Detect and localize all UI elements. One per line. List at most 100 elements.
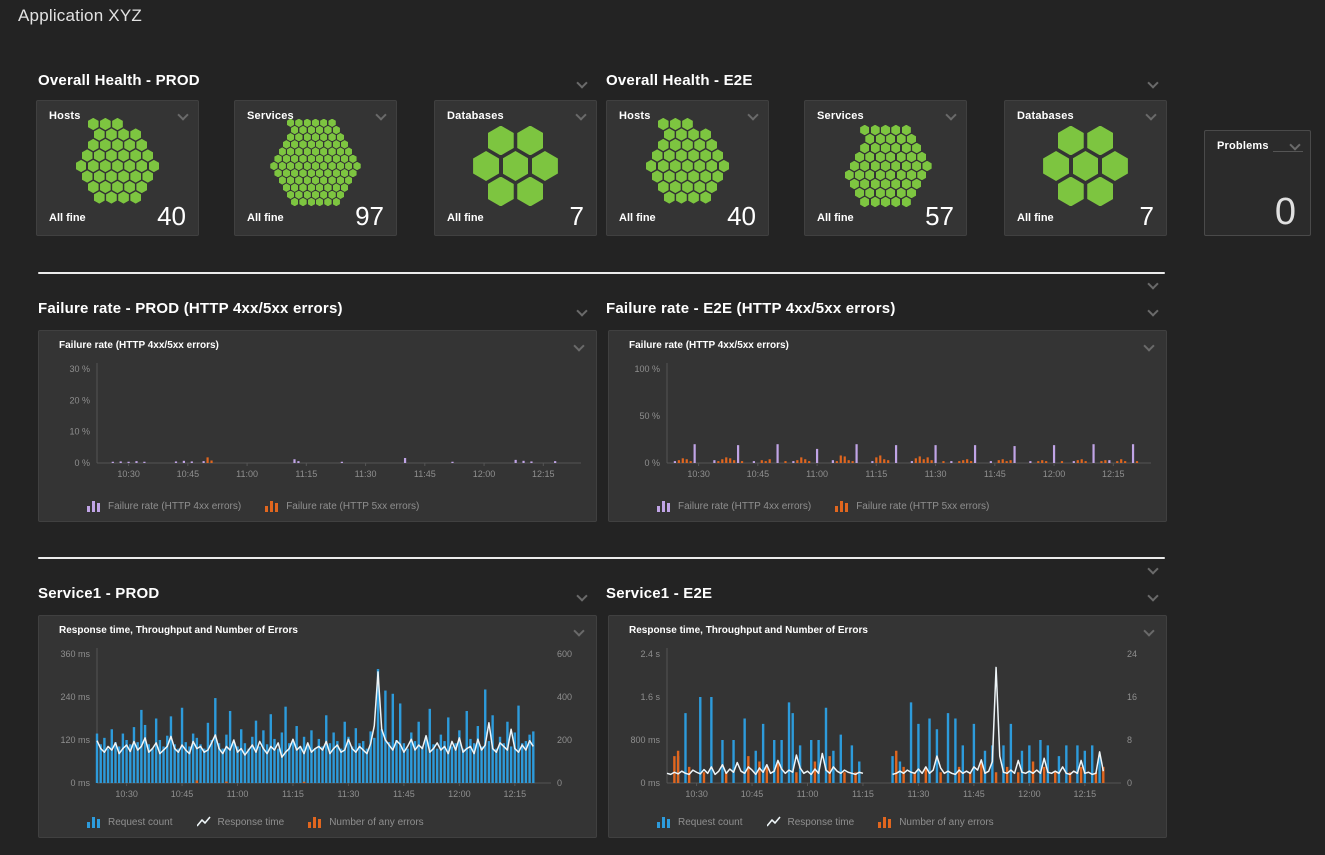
section-divider — [38, 272, 1165, 274]
hexagon-healthy — [304, 191, 311, 199]
chevron-down-icon[interactable] — [176, 108, 190, 122]
chevron-down-icon[interactable] — [1146, 304, 1160, 318]
chevron-down-icon[interactable] — [1146, 76, 1160, 90]
legend-item[interactable]: Request count — [87, 816, 173, 828]
svg-text:24: 24 — [1127, 649, 1137, 659]
hexagon-healthy — [316, 140, 323, 148]
hexagon-healthy — [646, 160, 657, 172]
hexagon-healthy — [865, 152, 874, 163]
legend-item[interactable]: Number of any errors — [308, 816, 423, 828]
chevron-down-icon[interactable] — [1142, 339, 1156, 353]
chevron-down-icon[interactable] — [1144, 108, 1158, 122]
legend-item[interactable]: Request count — [657, 816, 743, 828]
hexagon-healthy — [652, 149, 663, 161]
chevron-down-icon[interactable] — [575, 589, 589, 603]
honeycomb[interactable] — [813, 125, 958, 207]
hexagon-healthy — [308, 183, 315, 191]
legend-item[interactable]: Response time — [197, 816, 285, 828]
legend-item[interactable]: Failure rate (HTTP 5xx errors) — [835, 500, 989, 512]
honeycomb[interactable] — [443, 125, 588, 207]
hexagon-healthy — [902, 125, 911, 136]
hexagon-healthy — [136, 181, 147, 193]
health-tile-hosts-prod[interactable]: Hosts All fine 40 — [36, 100, 199, 236]
hexagon-healthy — [136, 139, 147, 151]
hexagon-healthy — [907, 188, 916, 199]
legend-item[interactable]: Failure rate (HTTP 4xx errors) — [87, 500, 241, 512]
failure-rate-prod-tile[interactable]: Failure rate (HTTP 4xx/5xx errors) 0 %10… — [38, 330, 597, 522]
chevron-down-icon[interactable] — [574, 108, 588, 122]
health-tile-databases-prod[interactable]: Databases All fine 7 — [434, 100, 597, 236]
chevron-down-icon[interactable] — [575, 304, 589, 318]
hexagon-healthy — [149, 160, 160, 172]
hexagon-healthy — [902, 161, 911, 172]
section-header-health-e2e: Overall Health - E2E — [606, 72, 753, 89]
legend-item[interactable]: Failure rate (HTTP 4xx errors) — [657, 500, 811, 512]
legend-item[interactable]: Number of any errors — [878, 816, 993, 828]
chevron-down-icon[interactable] — [572, 339, 586, 353]
chevron-down-icon[interactable] — [1146, 277, 1160, 291]
chevron-down-icon[interactable] — [1146, 562, 1160, 576]
service-e2e-tile[interactable]: Response time, Throughput and Number of … — [608, 615, 1167, 838]
hexagon-healthy — [1102, 151, 1128, 181]
hexagon-healthy — [871, 161, 880, 172]
health-tile-hosts-e2e[interactable]: Hosts All fine 40 — [606, 100, 769, 236]
hexagon-healthy — [349, 169, 356, 177]
svg-text:10:45: 10:45 — [177, 469, 200, 479]
hexagon-healthy — [876, 188, 885, 199]
hexagon-healthy — [694, 160, 705, 172]
svg-text:11:15: 11:15 — [282, 789, 304, 799]
hexagon-healthy — [886, 134, 895, 145]
hexagon-healthy — [912, 179, 921, 190]
hexagon-healthy — [850, 179, 859, 190]
svg-text:10:30: 10:30 — [687, 469, 710, 479]
svg-text:0 ms: 0 ms — [640, 778, 660, 788]
hexagon-healthy — [652, 170, 663, 182]
hexagon-healthy — [312, 162, 319, 170]
honeycomb[interactable] — [615, 125, 760, 207]
hexagon-healthy — [295, 147, 302, 155]
hexagon-healthy — [308, 140, 315, 148]
legend-item[interactable]: Failure rate (HTTP 5xx errors) — [265, 500, 419, 512]
honeycomb[interactable] — [45, 125, 190, 207]
health-tile-databases-e2e[interactable]: Databases All fine 7 — [1004, 100, 1167, 236]
honeycomb[interactable] — [243, 125, 388, 207]
health-tile-services-prod[interactable]: Services All fine 97 — [234, 100, 397, 236]
legend-label: Number of any errors — [899, 817, 993, 828]
hexagon-healthy — [299, 169, 306, 177]
legend-item[interactable]: Response time — [767, 816, 855, 828]
hexagon-healthy — [337, 162, 344, 170]
hexagon-healthy — [299, 183, 306, 191]
tile-title: Problems — [1217, 140, 1269, 152]
svg-text:0: 0 — [1127, 778, 1132, 788]
chevron-down-icon[interactable] — [374, 108, 388, 122]
legend-label: Failure rate (HTTP 4xx errors) — [678, 501, 811, 512]
section-divider — [38, 557, 1165, 559]
service-prod-tile[interactable]: Response time, Throughput and Number of … — [38, 615, 597, 838]
hexagon-healthy — [897, 170, 906, 181]
chevron-down-icon[interactable] — [1142, 624, 1156, 638]
chevron-down-icon[interactable] — [944, 108, 958, 122]
chevron-down-icon[interactable] — [1288, 138, 1302, 152]
hexagon-healthy — [670, 181, 681, 193]
hexagon-healthy — [324, 169, 331, 177]
hexagon-healthy — [694, 181, 705, 193]
chevron-down-icon[interactable] — [575, 76, 589, 90]
hexagon-healthy — [682, 181, 693, 193]
hexagon-healthy — [333, 126, 340, 134]
chevron-down-icon[interactable] — [572, 624, 586, 638]
hexagon-healthy — [1073, 151, 1099, 181]
hexagon-healthy — [118, 170, 129, 182]
failure-rate-e2e-tile[interactable]: Failure rate (HTTP 4xx/5xx errors) 0 %50… — [608, 330, 1167, 522]
hexagon-healthy — [328, 133, 335, 141]
hexagon-healthy — [82, 170, 93, 182]
hexagon-healthy — [291, 155, 298, 163]
svg-text:30 %: 30 % — [69, 364, 90, 374]
hexagon-healthy — [337, 133, 344, 141]
chevron-down-icon[interactable] — [1146, 589, 1160, 603]
chevron-down-icon[interactable] — [746, 108, 760, 122]
honeycomb[interactable] — [1013, 125, 1158, 207]
health-tile-services-e2e[interactable]: Services All fine 57 — [804, 100, 967, 236]
problems-tile[interactable]: Problems 0 — [1204, 130, 1311, 236]
hexagon-healthy — [345, 147, 352, 155]
hexagon-healthy — [295, 176, 302, 184]
